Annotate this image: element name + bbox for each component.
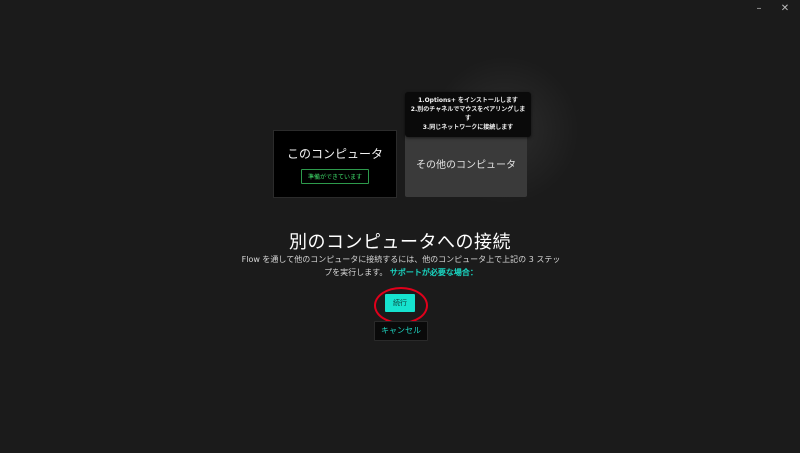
page-title: 別のコンピュータへの接続: [289, 232, 511, 252]
cancel-button[interactable]: キャンセル: [374, 321, 428, 341]
app-window: – ✕ このコンピュータ 準備ができています その他のコンピュータ 1.Opti…: [0, 0, 800, 453]
next-button[interactable]: 続行: [385, 294, 415, 312]
step-1: 1.Options+ をインストールします: [418, 97, 518, 104]
other-computer-title: その他のコンピュータ: [416, 160, 516, 171]
this-computer-title: このコンピュータ: [286, 146, 383, 161]
instructions-text: Flow を通して他のコンピュータに接続するには、他のコンピュータ上で上記の 3…: [240, 253, 562, 279]
step-3: 3.同じネットワークに接続します: [422, 124, 514, 131]
other-computer-card: その他のコンピュータ: [405, 130, 527, 197]
connection-diagram: このコンピュータ 準備ができています その他のコンピュータ 1.Options+…: [0, 0, 800, 220]
steps-tooltip: 1.Options+ をインストールします 2.別のチャネルでマウスをペアリング…: [405, 92, 531, 137]
help-link[interactable]: サポートが必要な場合：: [390, 268, 478, 277]
ready-status-badge: 準備ができています: [300, 168, 369, 184]
step-2: 2.別のチャネルでマウスをペアリングします: [410, 106, 526, 122]
this-computer-card: このコンピュータ 準備ができています: [273, 130, 397, 198]
